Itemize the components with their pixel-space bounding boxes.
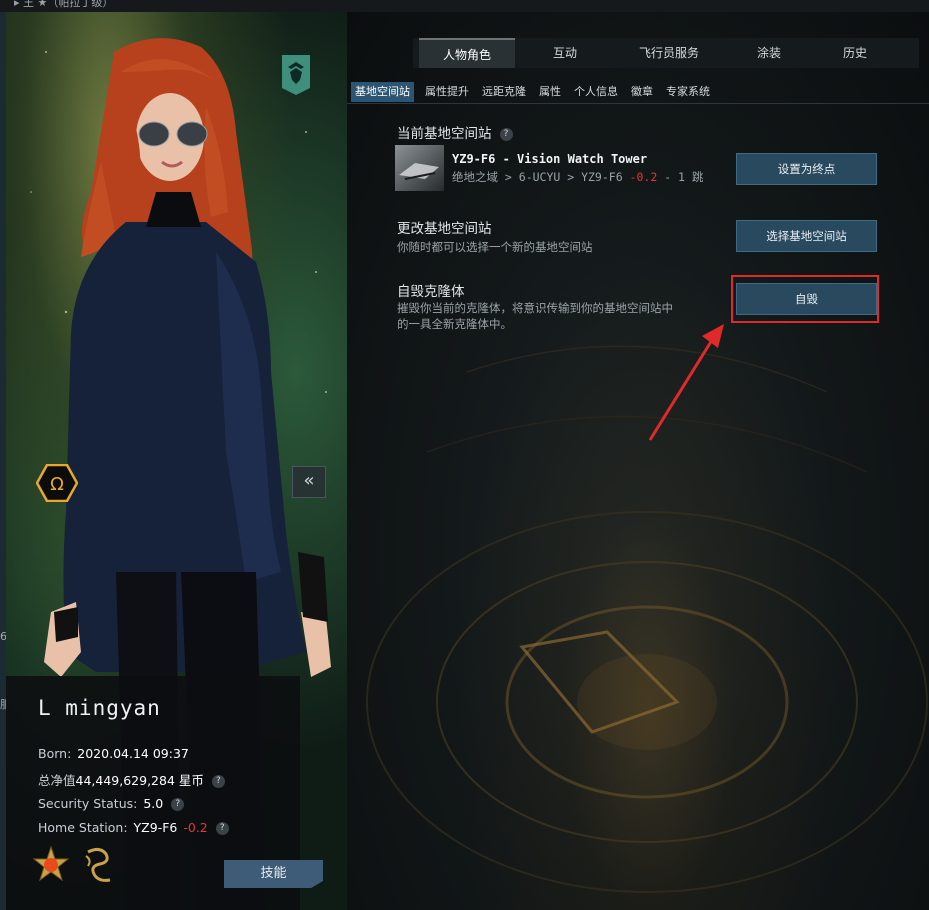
annotation-highlight-box (731, 275, 879, 323)
annotation-arrow-icon (648, 324, 724, 441)
home-station-label: Home Station: (38, 820, 128, 835)
help-icon[interactable]: ? (171, 798, 185, 811)
self-destruct-desc-line1: 摧毁你当前的克隆体，将意识传输到你的基地空间站中 (397, 301, 673, 315)
skills-button[interactable]: 技能 (224, 860, 323, 888)
change-station-title: 更改基地空间站 (397, 221, 492, 237)
dragon-emblem-icon[interactable] (80, 846, 116, 886)
select-station-button[interactable]: 选择基地空间站 (736, 220, 877, 252)
current-station-title: 当前基地空间站? (397, 122, 513, 142)
top-tab-bar: 人物角色 互动 飞行员服务 涂装 历史 (413, 38, 919, 68)
change-station-desc: 你随时都可以选择一个新的基地空间站 (397, 240, 593, 254)
omega-icon: Ω (36, 464, 78, 502)
tab-pilot-services[interactable]: 飞行员服务 (613, 38, 725, 68)
networth-value: 44,449,629,284 星币 (75, 773, 204, 788)
home-station-security: -0.2 (183, 820, 208, 835)
top-strip-text: ▸ 王 ★（帕拉丁级） (14, 0, 114, 9)
character-name: L mingyan (38, 696, 161, 720)
character-panel: Ω « L mingyan Born: 2020.04.14 09:37 总净值4… (6, 12, 347, 910)
tab-interaction[interactable]: 互动 (525, 38, 605, 68)
top-strip: ▸ 王 ★（帕拉丁级） (0, 0, 929, 12)
self-destruct-title: 自毁克隆体 (397, 284, 465, 300)
security-row: Security Status: 5.0? (38, 796, 185, 811)
tab-character[interactable]: 人物角色 (419, 38, 515, 68)
route-suffix: - 1 跳 (657, 170, 704, 184)
character-info: L mingyan Born: 2020.04.14 09:37 总净值44,44… (6, 676, 323, 910)
station-name[interactable]: YZ9-F6 - Vision Watch Tower (452, 152, 647, 166)
subtab-attributes[interactable]: 属性 (535, 82, 565, 102)
born-label: Born: (38, 746, 72, 761)
home-station-value[interactable]: YZ9-F6 (134, 820, 178, 835)
collapse-left-icon[interactable]: « (292, 466, 326, 498)
station-thumbnail-icon[interactable] (395, 145, 444, 191)
help-icon[interactable]: ? (499, 127, 513, 141)
subtab-expert-systems[interactable]: 专家系统 (662, 82, 714, 102)
security-value: 5.0 (143, 796, 164, 811)
security-label: Security Status: (38, 796, 138, 811)
route-security: -0.2 (629, 170, 658, 184)
help-icon[interactable]: ? (215, 822, 229, 835)
networth-row: 总净值44,449,629,284 星币? (38, 770, 225, 789)
subtab-personal-info[interactable]: 个人信息 (570, 82, 622, 102)
born-row: Born: 2020.04.14 09:37 (38, 746, 189, 761)
main-panel: 人物角色 互动 飞行员服务 涂装 历史 基地空间站 属性提升 远距克隆 属性 个… (347, 12, 929, 910)
subtab-home-station[interactable]: 基地空间站 (351, 82, 414, 102)
tab-skins[interactable]: 涂装 (731, 38, 807, 68)
home-station-row: Home Station: YZ9-F6 -0.2? (38, 820, 229, 835)
station-route: 绝地之域 > 6-UCYU > YZ9-F6 -0.2 - 1 跳 (452, 169, 703, 185)
current-station-title-text: 当前基地空间站 (397, 126, 492, 142)
networth-label: 总净值 (38, 773, 76, 788)
subtab-attribute-enhance[interactable]: 属性提升 (421, 82, 473, 102)
corp-emblem-icon (282, 55, 310, 95)
subtab-medals[interactable]: 徽章 (627, 82, 657, 102)
medal-icon[interactable] (32, 846, 70, 884)
route-prefix: 绝地之域 > 6-UCYU > YZ9-F6 (452, 170, 630, 184)
subtab-jump-clones[interactable]: 远距克隆 (478, 82, 530, 102)
svg-text:Ω: Ω (50, 474, 64, 495)
set-destination-button[interactable]: 设置为终点 (736, 153, 877, 185)
tab-history[interactable]: 历史 (815, 38, 895, 68)
self-destruct-desc-line2: 的一具全新克隆体中。 (397, 317, 512, 331)
tab-divider (347, 103, 929, 104)
help-icon[interactable]: ? (211, 775, 225, 788)
born-value: 2020.04.14 09:37 (77, 746, 189, 761)
